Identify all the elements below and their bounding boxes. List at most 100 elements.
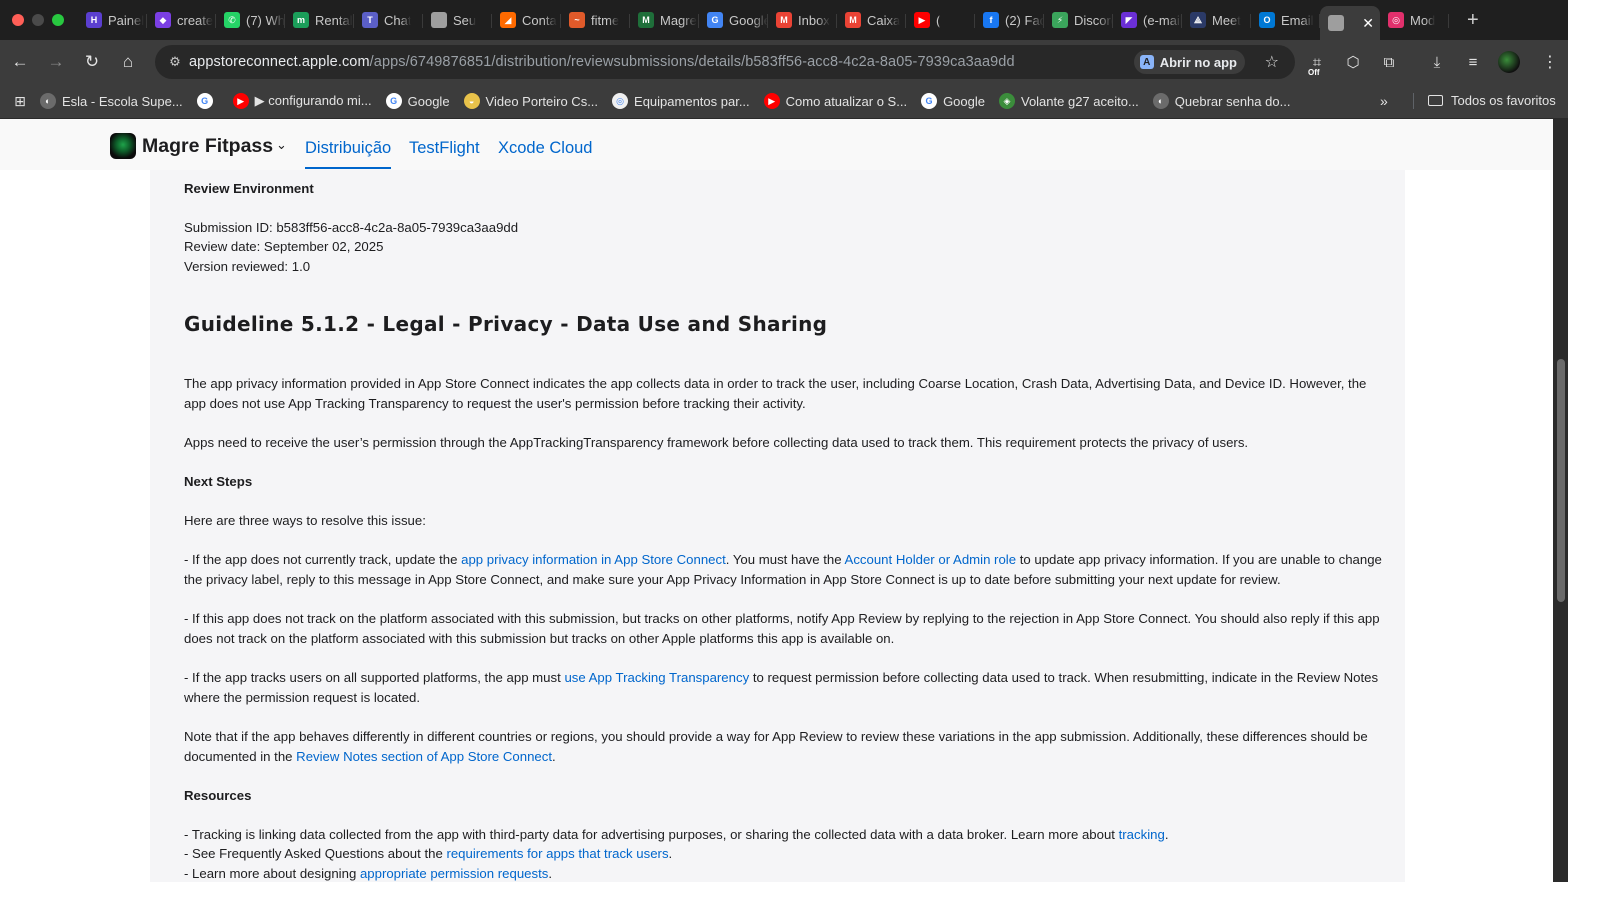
- bookmark-item[interactable]: ◈ Volante g27 aceito...: [998, 93, 1139, 109]
- bookmark-item[interactable]: ◒ Video Porteiro Cs...: [463, 93, 598, 109]
- bookmark-label: Google: [943, 93, 985, 109]
- tab-xcode-cloud[interactable]: Xcode Cloud: [498, 139, 592, 158]
- browser-tab[interactable]: ▶(: [906, 5, 975, 35]
- resource-2-end: .: [668, 846, 673, 861]
- browser-tab[interactable]: ◢ Conta: [492, 5, 561, 35]
- browser-menu-icon[interactable]: ⋮: [1542, 52, 1558, 72]
- browser-tab[interactable]: M Inbox: [768, 5, 837, 35]
- tab-favicon-icon: H: [86, 12, 102, 28]
- profile-avatar[interactable]: [1495, 46, 1523, 78]
- tab-favicon-icon: [431, 12, 447, 28]
- bookmark-favicon-icon: G: [385, 93, 402, 109]
- browser-tab[interactable]: G Google: [699, 5, 768, 35]
- browser-tab[interactable]: m Rental: [285, 5, 354, 35]
- tab-title: Conta: [522, 12, 557, 28]
- extension-off-badge: Off: [1308, 68, 1320, 77]
- zoom-window-button[interactable]: [52, 14, 64, 26]
- tab-testflight[interactable]: TestFlight: [409, 139, 480, 158]
- browser-tab[interactable]: ◎ Mod: [1380, 5, 1449, 35]
- bookmark-item[interactable]: G Google: [921, 93, 985, 109]
- scrollbar-thumb[interactable]: [1557, 359, 1565, 602]
- chevron-down-icon[interactable]: ⌄: [276, 137, 287, 153]
- browser-tab[interactable]: ◤ (e-mail): [1113, 5, 1182, 35]
- browser-tab[interactable]: ✆ (7) WhatsApp: [216, 5, 285, 35]
- bookmark-item[interactable]: ◎ Equipamentos par...: [612, 93, 750, 109]
- back-icon[interactable]: ←: [4, 46, 36, 78]
- forward-icon[interactable]: →: [40, 46, 72, 78]
- bookmark-item[interactable]: ▶ ▶ configurando mi...: [232, 93, 372, 109]
- tab-title: (2) Facebook: [1005, 12, 1044, 28]
- guideline-title: Guideline 5.1.2 - Legal - Privacy - Data…: [184, 312, 828, 336]
- tab-distribuicao[interactable]: Distribuição: [305, 139, 392, 169]
- tab-title: Discord: [1074, 12, 1113, 28]
- browser-tab[interactable]: ⟁ Meet: [1182, 5, 1251, 35]
- tab-favicon-icon: ⚡: [1052, 12, 1068, 28]
- bookmark-item[interactable]: ▶ Como atualizar o S...: [763, 93, 907, 109]
- tracking-requirements-link[interactable]: requirements for apps that track users: [446, 846, 668, 861]
- browser-tab[interactable]: M Caixa: [837, 5, 906, 35]
- browser-tab[interactable]: ~ fitme: [561, 5, 630, 35]
- bookmark-star-icon[interactable]: ☆: [1265, 52, 1279, 72]
- all-bookmarks-label: Todos os favoritos: [1451, 93, 1556, 108]
- review-notes-link[interactable]: Review Notes section of App Store Connec…: [296, 749, 552, 764]
- shield-extension-icon[interactable]: ⬡: [1339, 46, 1367, 78]
- app-header: Magre Fitpass ⌄ Distribuição TestFlight …: [0, 119, 1553, 170]
- apps-grid-icon[interactable]: ⊞: [0, 93, 40, 110]
- extension-off-icon[interactable]: ⌗ Off: [1303, 46, 1331, 78]
- download-icon[interactable]: ⤓: [1423, 46, 1451, 78]
- tab-title: Email: [1281, 12, 1314, 28]
- bookmark-item[interactable]: G: [196, 93, 219, 109]
- tab-title: (e-mail): [1143, 12, 1182, 28]
- url-host: appstoreconnect.apple.com: [189, 54, 370, 70]
- new-tab-button[interactable]: +: [1467, 9, 1479, 32]
- tracking-link[interactable]: tracking: [1119, 827, 1165, 842]
- browser-tab[interactable]: f (2) Facebook: [975, 5, 1044, 35]
- note-text-b: .: [552, 748, 556, 764]
- browser-tab[interactable]: ◆ create: [147, 5, 216, 35]
- account-holder-role-link[interactable]: Account Holder or Admin role: [845, 552, 1017, 567]
- permission-requests-link[interactable]: appropriate permission requests: [360, 866, 548, 881]
- bookmark-item[interactable]: G Google: [385, 93, 450, 109]
- all-bookmarks-button[interactable]: Todos os favoritos: [1428, 93, 1556, 108]
- close-tab-icon[interactable]: ✕: [1362, 15, 1374, 32]
- step-1-text-a: - If the app does not currently track, u…: [184, 552, 462, 567]
- tab-title: Caixa: [867, 12, 901, 28]
- close-window-button[interactable]: [12, 14, 24, 26]
- minimize-window-button[interactable]: [32, 14, 44, 26]
- address-bar[interactable]: ⚙ appstoreconnect.apple.com/apps/6749876…: [155, 45, 1295, 79]
- url-text[interactable]: appstoreconnect.apple.com/apps/674987685…: [189, 54, 1015, 70]
- bookmark-favicon-icon: ▶: [763, 93, 780, 109]
- app-tracking-transparency-link[interactable]: use App Tracking Transparency: [564, 670, 749, 685]
- tab-favicon-icon: ◤: [1121, 12, 1137, 28]
- reload-icon[interactable]: ↻: [76, 46, 108, 78]
- requirement-description: Apps need to receive the user’s permissi…: [184, 435, 1249, 450]
- bookmark-favicon-icon: ◐: [1152, 93, 1169, 109]
- site-info-icon[interactable]: ⚙: [161, 54, 189, 70]
- bookmark-item[interactable]: ◐ Quebrar senha do...: [1152, 93, 1290, 109]
- bookmark-label: ▶ configurando mi...: [254, 93, 372, 108]
- resource-faq: - See Frequently Asked Questions about t…: [184, 844, 1389, 864]
- bookmark-favicon-icon: ◎: [612, 93, 629, 109]
- browser-tab[interactable]: M Magre: [630, 5, 699, 35]
- browser-tab[interactable]: ⚡ Discord: [1044, 5, 1113, 35]
- browser-tab[interactable]: T Chat: [354, 5, 423, 35]
- media-control-icon[interactable]: ≡: [1459, 46, 1487, 78]
- browser-tab[interactable]: H Painel: [78, 5, 147, 35]
- bookmark-item[interactable]: ◐ Esla - Escola Supe...: [40, 93, 183, 109]
- bookmark-label: Esla - Escola Supe...: [62, 93, 183, 109]
- tab-title: fitme: [591, 12, 620, 28]
- tab-title: (: [936, 12, 941, 28]
- tab-favicon-icon: ◆: [155, 12, 171, 28]
- app-privacy-info-link[interactable]: app privacy information in App Store Con…: [461, 552, 726, 567]
- bookmark-label: Google: [407, 93, 450, 109]
- more-bookmarks-icon[interactable]: »: [1380, 93, 1388, 109]
- app-name[interactable]: Magre Fitpass: [142, 135, 273, 158]
- home-icon[interactable]: ⌂: [112, 46, 144, 78]
- browser-tab[interactable]: Seu: [423, 5, 492, 35]
- page-scrollbar[interactable]: [1553, 119, 1568, 882]
- browser-tab[interactable]: O Email: [1251, 5, 1320, 35]
- bookmark-favicon-icon: ◈: [998, 93, 1015, 109]
- open-in-app-button[interactable]: A Abrir no app: [1133, 50, 1245, 74]
- extensions-puzzle-icon[interactable]: ⧉: [1375, 46, 1403, 78]
- browser-tab-active[interactable]: ✕: [1320, 6, 1380, 40]
